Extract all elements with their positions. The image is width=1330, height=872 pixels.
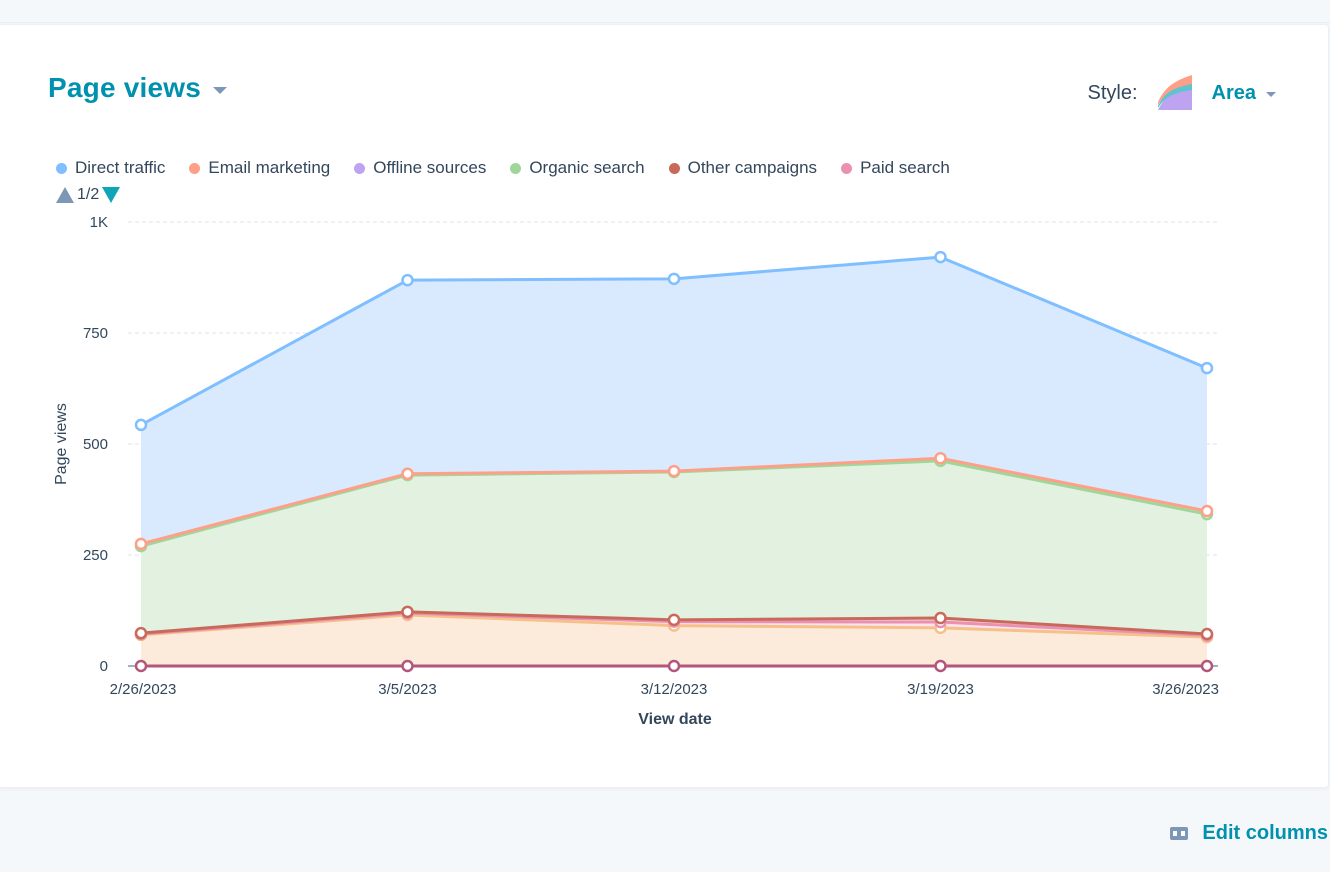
data-point — [1200, 504, 1214, 518]
x-tick-label: 3/12/2023 — [641, 681, 708, 698]
x-tick-label: 3/26/2023 — [1152, 681, 1219, 698]
data-point — [934, 451, 947, 465]
edit-columns-label: Edit columns — [1202, 822, 1328, 844]
x-axis-title: View date — [638, 711, 712, 728]
data-point — [934, 250, 947, 264]
data-point — [667, 613, 681, 627]
data-point — [667, 659, 681, 673]
columns-icon — [1170, 827, 1189, 840]
y-axis-ticks: 0 250 500 750 1K — [83, 214, 108, 675]
data-point — [401, 273, 414, 287]
data-point — [134, 418, 148, 432]
edit-columns-button[interactable]: Edit columns — [1170, 822, 1328, 845]
data-point — [667, 464, 681, 478]
x-tick-label: 3/19/2023 — [907, 681, 974, 698]
y-tick-label: 250 — [83, 547, 108, 564]
data-point — [667, 272, 681, 286]
data-point — [401, 467, 414, 480]
data-point — [1200, 361, 1214, 375]
data-point — [401, 659, 414, 673]
data-point — [134, 659, 148, 673]
data-point — [1200, 659, 1214, 673]
area-fills — [141, 257, 1207, 666]
y-tick-label: 500 — [83, 436, 108, 453]
x-tick-label: 3/5/2023 — [378, 681, 436, 698]
data-point — [1200, 627, 1214, 641]
area-chart: 0 250 500 750 1K 2/26/2023 3/5/2023 3/12/2023 3… — [53, 214, 1219, 728]
y-tick-label: 0 — [100, 658, 108, 675]
x-axis-ticks: 2/26/2023 3/5/2023 3/12/2023 3/19/2023 3/26/… — [110, 681, 1219, 698]
data-point — [134, 537, 148, 551]
data-point — [934, 659, 947, 673]
x-tick-label: 2/26/2023 — [110, 681, 177, 698]
data-point — [134, 626, 148, 640]
y-axis-title: Page views — [53, 403, 70, 485]
y-tick-label: 1K — [90, 214, 108, 231]
data-point — [934, 611, 947, 625]
y-tick-label: 750 — [83, 325, 108, 342]
data-point — [401, 605, 414, 619]
